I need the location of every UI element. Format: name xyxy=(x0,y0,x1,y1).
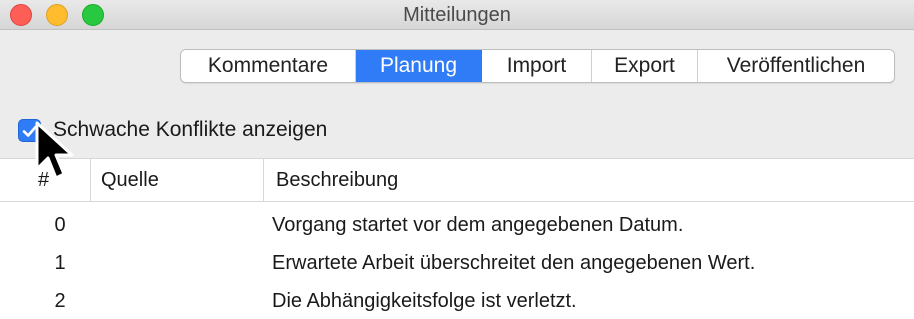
tab-planung[interactable]: Planung xyxy=(356,50,482,82)
window-title: Mitteilungen xyxy=(403,4,511,26)
table-row[interactable]: 0 Vorgang startet vor dem angegebenen Da… xyxy=(0,206,914,244)
tab-import[interactable]: Import xyxy=(482,50,592,82)
row-number: 2 xyxy=(54,289,66,312)
row-description: Die Abhängigkeitsfolge ist verletzt. xyxy=(272,289,577,312)
title-bar: Mitteilungen xyxy=(0,0,914,30)
row-description: Vorgang startet vor dem angegebenen Datu… xyxy=(272,213,684,236)
conflicts-table: # Quelle Beschreibung 0 Vorgang startet … xyxy=(0,158,914,319)
mouse-pointer-icon xyxy=(35,121,74,180)
segmented-tab-control: Kommentare Planung Import Export Veröffe… xyxy=(180,49,895,83)
weak-conflicts-label: Schwache Konflikte anzeigen xyxy=(53,118,328,141)
table-row[interactable]: 2 Die Abhängigkeitsfolge ist verletzt. xyxy=(0,282,914,319)
row-number: 1 xyxy=(54,251,66,274)
table-header: # Quelle Beschreibung xyxy=(0,158,914,202)
tab-veroeffentlichen[interactable]: Veröffentlichen xyxy=(698,50,894,82)
column-header-description[interactable]: Beschreibung xyxy=(263,159,914,202)
tab-kommentare[interactable]: Kommentare xyxy=(181,50,356,82)
row-description: Erwartete Arbeit überschreitet den angeg… xyxy=(272,251,756,274)
row-number: 0 xyxy=(54,213,66,236)
tab-export[interactable]: Export xyxy=(592,50,698,82)
table-row[interactable]: 1 Erwartete Arbeit überschreitet den ang… xyxy=(0,244,914,282)
column-header-source[interactable]: Quelle xyxy=(90,159,262,202)
